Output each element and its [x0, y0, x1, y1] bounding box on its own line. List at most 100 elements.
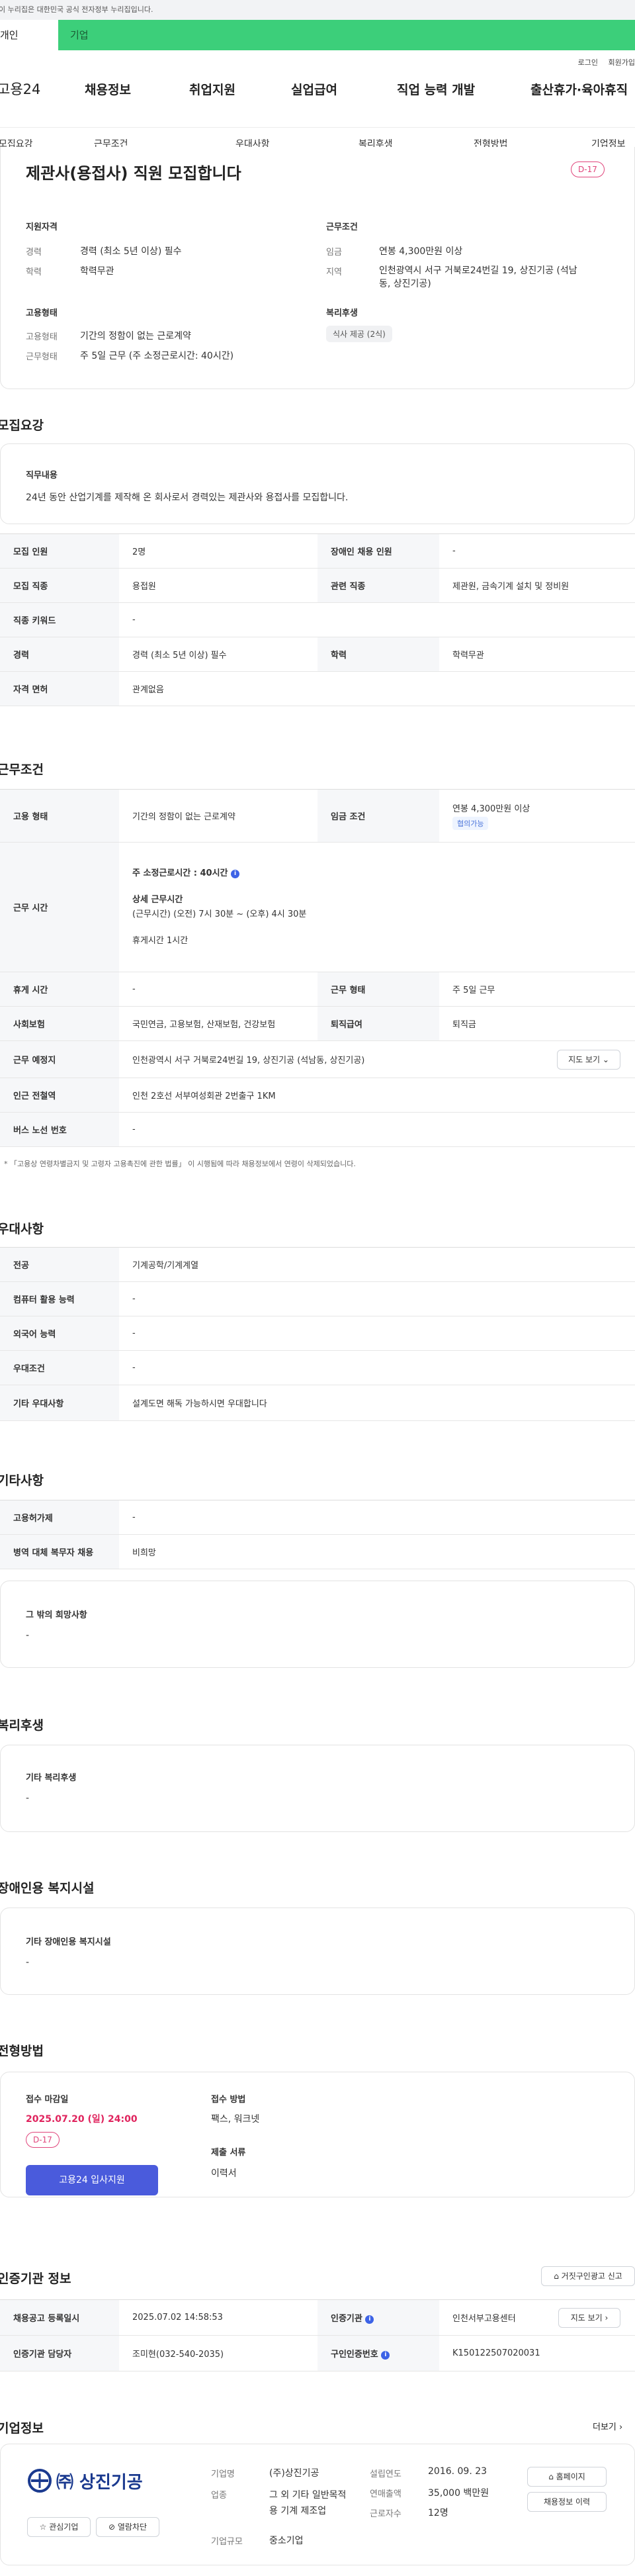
- history-button[interactable]: 채용정보 이력: [527, 2492, 607, 2512]
- table-row: 모집 직종 용접원 관련 직종 제관원, 금속기계 설치 및 정비원: [0, 568, 635, 603]
- utility-links: 로그인 회원가입: [570, 57, 635, 68]
- table-row: 근무 예정지 인천광역시 서구 거북로24번길 19, 상진기공 (석남동, 상…: [0, 1040, 635, 1078]
- negotiable-chip: 협의가능: [452, 817, 489, 830]
- pref-table: 전공 기계공학/기계계열 컴퓨터 활용 능력 - 외국어 능력 - 우대조건 - 기타 …: [0, 1247, 635, 1421]
- work-section-title: 근무조건: [0, 762, 44, 777]
- table-row: 컴퓨터 활용 능력 -: [0, 1281, 635, 1316]
- disabled-card: 기타 장애인용 복지시설 -: [0, 1908, 635, 1995]
- duty-card: 직무내용 24년 동안 산업기계를 제작해 온 회사로서 경력있는 제관사와 용…: [0, 443, 635, 524]
- welfare-chip: 식사 제공 (2식): [326, 326, 392, 342]
- welfare-value: -: [26, 1793, 30, 1804]
- welfare-section-title: 복리후생: [0, 1718, 44, 1733]
- homepage-button[interactable]: ⌂ 홈페이지: [527, 2467, 607, 2487]
- wage-value: 연봉 4,300만원 이상: [452, 804, 530, 814]
- star-icon: ☆: [39, 2522, 47, 2532]
- nav-training[interactable]: 직업 능력 개발: [397, 80, 475, 98]
- company-section-title: 기업정보: [0, 2421, 44, 2436]
- join-link[interactable]: 회원가입: [609, 58, 635, 67]
- emp-label: 고용형태: [26, 308, 58, 318]
- table-row: 기타 우대사항 설계도면 해독 가능하시면 우대합니다: [0, 1385, 635, 1421]
- table-row: 우대조건 -: [0, 1350, 635, 1385]
- company-size: 중소기업: [269, 2536, 304, 2546]
- block-view-button[interactable]: ⊘ 열람차단: [96, 2517, 159, 2537]
- process-card: 접수 마감일 2025.07.20 (일) 24:00 D-17 고용24 입사…: [0, 2072, 635, 2197]
- career-key: 경력: [26, 248, 42, 257]
- home-icon: ⌂: [548, 2472, 554, 2481]
- emptype-key: 고용형태: [26, 332, 58, 342]
- disabled-label: 기타 장애인용 복지시설: [26, 1937, 111, 1947]
- etc-table: 고용허가제 - 병역 대체 복무자 채용 비희망: [0, 1500, 635, 1569]
- gov-banner: 이 누리집은 대한민국 공식 전자정부 누리집입니다.: [0, 0, 635, 20]
- other-wish-card: 그 밖의 희망사항 -: [0, 1581, 635, 1668]
- company-sales: 35,000 백만원: [428, 2488, 489, 2499]
- table-row: 채용공고 등록일시 2025.07.02 14:58:53 인증기관 i 인천서…: [0, 2299, 635, 2336]
- nav-jobs[interactable]: 채용정보: [85, 80, 131, 98]
- cert-map-button[interactable]: 지도 보기 ›: [558, 2308, 620, 2328]
- wage-key: 임금: [326, 248, 342, 257]
- table-row: 직종 키워드 -: [0, 602, 635, 637]
- edu-value: 학력무관: [80, 266, 114, 277]
- area-value: 인천광역시 서구 거북로24번길 19, 상진기공 (석남동, 상진기공): [379, 265, 577, 289]
- process-dday-badge: D-17: [26, 2132, 60, 2148]
- etc-section-title: 기타사항: [0, 1473, 44, 1488]
- company-logo: ㈜ 상진기공: [27, 2468, 143, 2493]
- weekly-hours: 주 소정근로시간 : 40시간: [132, 868, 228, 878]
- docs-label: 제출 서류: [211, 2148, 246, 2158]
- age-note: * 「고용상 연령차별금지 및 고령자 고용촉진에 관한 법률」 이 시행됨에 …: [4, 1160, 356, 1168]
- docs-value: 이력서: [211, 2168, 237, 2179]
- table-row: 모집 인원 2명 장애인 채용 인원 -: [0, 533, 635, 569]
- chevron-right-icon: ›: [619, 2422, 623, 2432]
- favorite-company-button[interactable]: ☆ 관심기업: [27, 2517, 91, 2537]
- login-link[interactable]: 로그인: [578, 58, 598, 67]
- tab-company[interactable]: 기업: [58, 20, 171, 50]
- table-row: 인증기관 담당자 조미현(032-540-2035) 구인인증번호 i K150…: [0, 2335, 635, 2371]
- method-value: 팩스, 워크넷: [211, 2114, 260, 2125]
- pref-section-title: 우대사항: [0, 1222, 44, 1236]
- duty-label: 직무내용: [26, 471, 58, 481]
- cert-table: 채용공고 등록일시 2025.07.02 14:58:53 인증기관 i 인천서…: [0, 2299, 635, 2371]
- nav-support[interactable]: 취업지원: [189, 80, 235, 98]
- hours-detail-label: 상세 근무시간: [132, 894, 183, 905]
- report-button[interactable]: ⌂ 거짓구인광고 신고: [541, 2266, 635, 2286]
- table-row: 외국어 능력 -: [0, 1316, 635, 1351]
- table-row: 인근 전철역 인천 2호선 서부여성회관 2번출구 1KM: [0, 1078, 635, 1113]
- edu-key: 학력: [26, 267, 42, 277]
- table-row: 고용 형태 기간의 정함이 없는 근로계약 임금 조건 연봉 4,300만원 이…: [0, 789, 635, 843]
- disabled-section-title: 장애인용 복지시설: [0, 1881, 95, 1896]
- table-row: 사회보험 국민연금, 고용보험, 산재보험, 건강보험 퇴직급여 퇴직금: [0, 1006, 635, 1041]
- apply-button[interactable]: 고용24 입사지원: [26, 2165, 158, 2195]
- hours-detail: (근무시간) (오전) 7시 30분 ~ (오후) 4시 30분: [132, 909, 307, 919]
- company-year: 2016. 09. 23: [428, 2466, 487, 2477]
- job-summary-card: 제관사(용접사) 직원 모집합니다 D-17 지원자격 경력 경력 (최소 5년…: [0, 147, 635, 389]
- info-icon[interactable]: i: [231, 869, 240, 878]
- deadline-value: 2025.07.20 (일) 24:00: [26, 2114, 138, 2125]
- career-value: 경력 (최소 5년 이상) 필수: [80, 246, 182, 257]
- brand-logo[interactable]: 고용24: [0, 79, 40, 99]
- tab-personal[interactable]: 개인: [0, 20, 58, 50]
- worktime-key: 근무형태: [26, 352, 58, 362]
- job-title: 제관사(용접사) 직원 모집합니다: [26, 164, 241, 183]
- map-button[interactable]: 지도 보기 ⌄: [557, 1050, 620, 1070]
- welfare-label: 기타 복리후생: [26, 1773, 77, 1783]
- area-key: 지역: [326, 267, 342, 277]
- table-row: 전공 기계공학/기계계열: [0, 1247, 635, 1282]
- other-wish-value: -: [26, 1630, 30, 1641]
- table-row: 버스 노선 번호 -: [0, 1112, 635, 1147]
- worktime-value: 주 5일 근무 (주 소정근로시간: 40시간): [80, 351, 234, 361]
- chevron-right-icon: ›: [605, 2313, 609, 2323]
- table-row: 병역 대체 복무자 채용 비희망: [0, 1534, 635, 1569]
- block-icon: ⊘: [108, 2522, 116, 2532]
- recruit-table: 모집 인원 2명 장애인 채용 인원 - 모집 직종 용접원 관련 직종 제관원…: [0, 533, 635, 706]
- other-wish-label: 그 밖의 희망사항: [26, 1610, 87, 1620]
- info-icon[interactable]: i: [365, 2315, 374, 2324]
- company-card: ㈜ 상진기공 ☆ 관심기업 ⊘ 열람차단 기업명 (주)상진기공 업종 그 외 …: [0, 2444, 635, 2565]
- dday-badge: D-17: [571, 161, 605, 177]
- company-name: (주)상진기공: [269, 2468, 319, 2479]
- welfare-label: 복리후생: [326, 308, 358, 318]
- nav-benefits[interactable]: 실업급여: [291, 80, 337, 98]
- nav-leave[interactable]: 출산휴가·육아휴직: [530, 80, 628, 98]
- home-icon: ⌂: [554, 2272, 559, 2281]
- duty-text: 24년 동안 산업기계를 제작해 온 회사로서 경력있는 제관사와 용접사를 모…: [26, 492, 349, 503]
- more-link[interactable]: 더보기 ›: [593, 2420, 622, 2432]
- info-icon[interactable]: i: [381, 2351, 390, 2360]
